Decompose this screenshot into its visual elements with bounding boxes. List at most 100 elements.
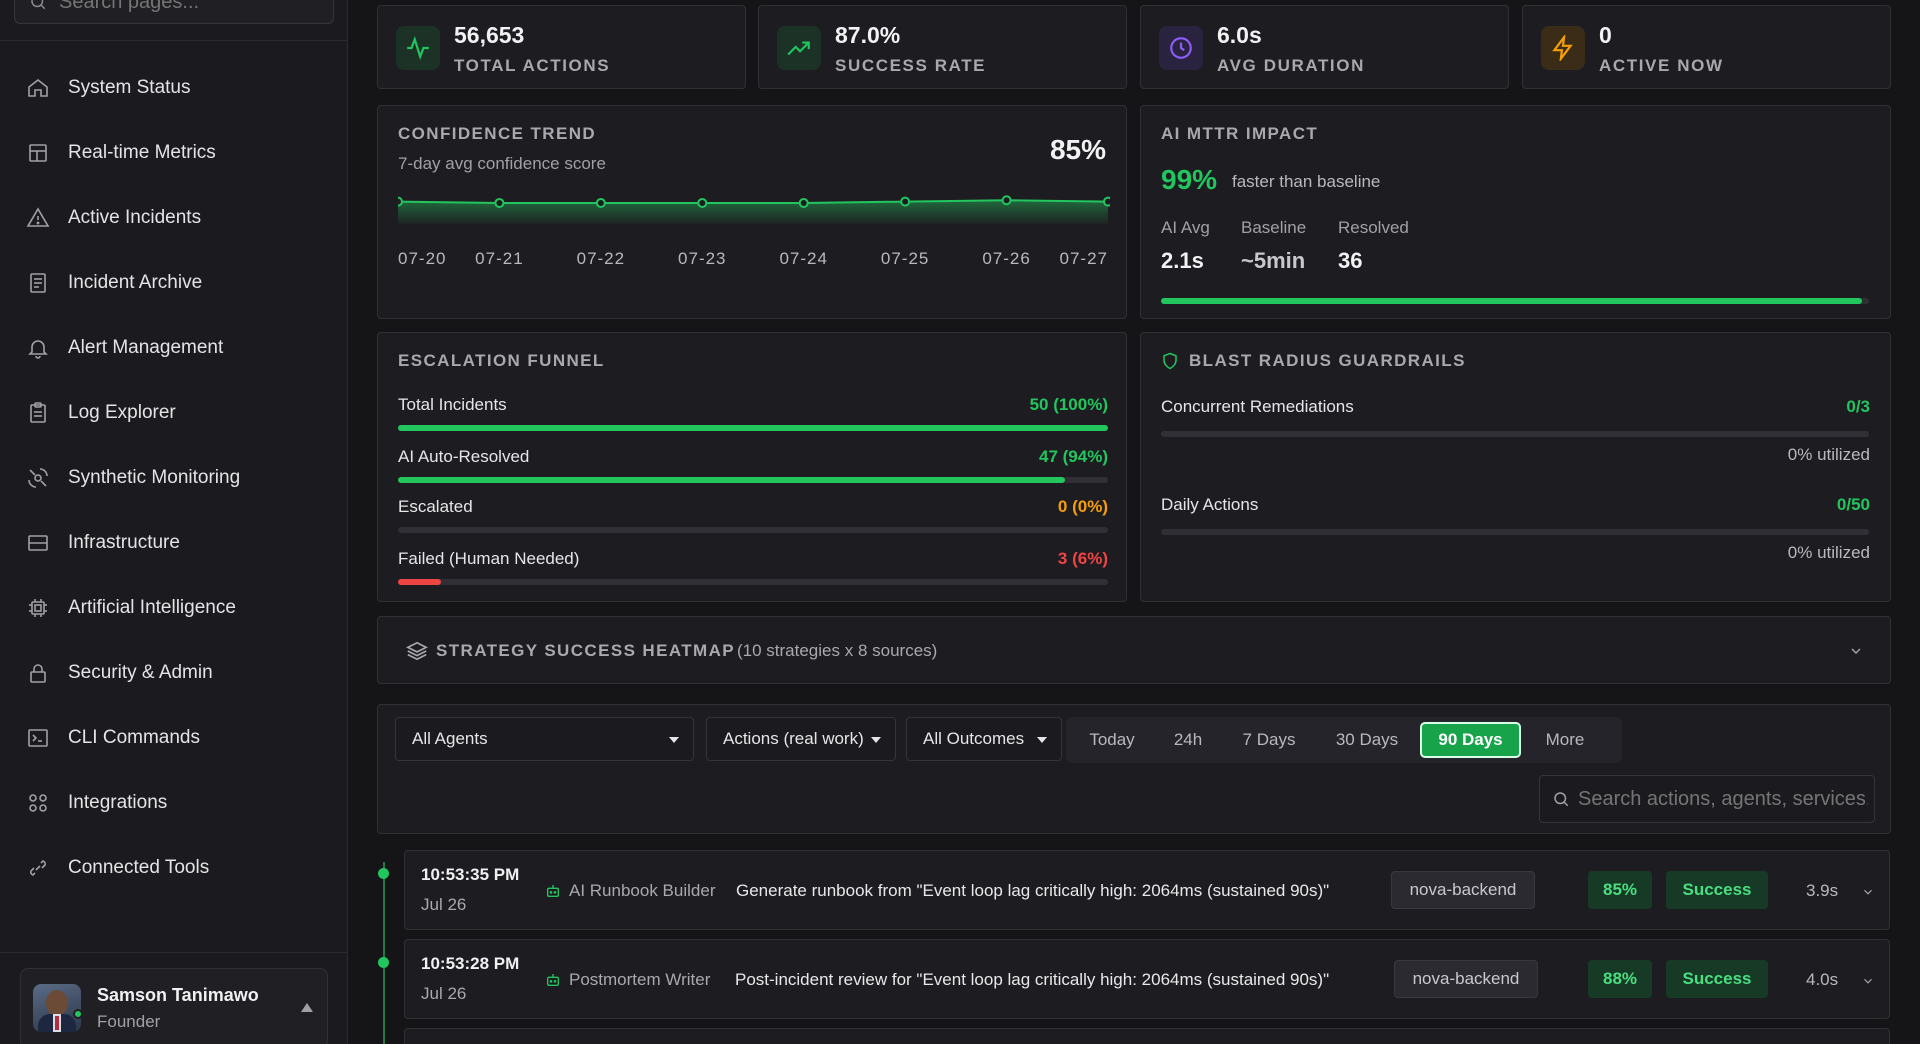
funnel-row-ai-auto-resolved: AI Auto-Resolved 47 (94%) xyxy=(398,447,1108,483)
caret-down-icon xyxy=(669,737,679,743)
sidebar-item-incident-archive[interactable]: Incident Archive xyxy=(0,250,348,315)
stat-value: 6.0s xyxy=(1217,22,1262,48)
funnel-row-failed: Failed (Human Needed) 3 (6%) xyxy=(398,549,1108,585)
chevron-down-icon[interactable] xyxy=(1861,974,1875,988)
terminal-icon xyxy=(28,728,48,747)
sidebar-item-system-status[interactable]: System Status xyxy=(0,55,348,120)
confidence-badge: 85% xyxy=(1588,871,1652,909)
trend-point[interactable] xyxy=(398,196,403,207)
activity-row[interactable] xyxy=(404,1028,1890,1044)
funnel-bar-track xyxy=(398,527,1108,533)
trend-point[interactable] xyxy=(1103,196,1110,207)
activity-search-input[interactable] xyxy=(1578,787,1868,811)
funnel-label: Escalated xyxy=(398,497,473,516)
stat-value: 56,653 xyxy=(454,22,525,48)
x-tick-label: 07-20 xyxy=(398,249,446,268)
funnel-bar-track xyxy=(398,477,1108,483)
sidebar-item-security-admin[interactable]: Security & Admin xyxy=(0,640,348,705)
outcomes-dropdown-value: All Outcomes xyxy=(923,729,1025,748)
sidebar-item-synthetic-monitoring[interactable]: Synthetic Monitoring xyxy=(0,445,348,510)
avatar xyxy=(33,984,81,1032)
search-icon xyxy=(1554,792,1569,807)
range-more-button[interactable]: More xyxy=(1525,722,1605,758)
stat-card-active-now: 0 ACTIVE NOW xyxy=(1522,5,1891,89)
trending-up-icon xyxy=(787,41,810,56)
trend-point[interactable] xyxy=(494,197,505,208)
mttr-progress-fill xyxy=(1161,298,1862,304)
x-tick-label: 07-22 xyxy=(577,249,625,268)
lock-icon xyxy=(30,663,46,683)
strategy-heatmap-header[interactable]: STRATEGY SUCCESS HEATMAP (10 strategies … xyxy=(377,616,1891,684)
activity-time: 10:53:28 PM xyxy=(421,954,520,973)
trend-point[interactable] xyxy=(900,196,911,207)
trend-point[interactable] xyxy=(1001,195,1012,206)
range-today-button[interactable]: Today xyxy=(1072,722,1152,758)
mttr-col-label: Resolved xyxy=(1338,218,1409,237)
sidebar-item-label: Log Explorer xyxy=(68,401,176,423)
sidebar-item-label: Infrastructure xyxy=(68,531,180,553)
x-tick-label: 07-26 xyxy=(982,249,1030,268)
chevron-down-icon[interactable] xyxy=(1861,885,1875,899)
stat-icon-box xyxy=(396,26,440,70)
clipboard-icon xyxy=(30,401,46,423)
timeline-dot xyxy=(378,868,389,879)
sidebar-item-active-incidents[interactable]: Active Incidents xyxy=(0,185,348,250)
guardrail-bar-track xyxy=(1161,529,1869,535)
sidebar-item-artificial-intelligence[interactable]: Artificial Intelligence xyxy=(0,575,348,640)
stat-label: AVG DURATION xyxy=(1217,56,1365,75)
sidebar-item-real-time-metrics[interactable]: Real-time Metrics xyxy=(0,120,348,185)
heatmap-meta: (10 strategies x 8 sources) xyxy=(737,641,938,660)
stat-label: ACTIVE NOW xyxy=(1599,56,1724,75)
layers-icon xyxy=(406,641,428,661)
stat-label: SUCCESS RATE xyxy=(835,56,987,75)
activity-icon xyxy=(407,35,429,61)
activity-row[interactable]: 10:53:28 PM Jul 26 Postmortem Writer Pos… xyxy=(404,939,1890,1019)
funnel-value: 0 (0%) xyxy=(1057,497,1108,516)
sidebar-item-label: Integrations xyxy=(68,791,168,813)
user-menu[interactable]: Samson Tanimawo Founder xyxy=(20,968,328,1044)
activity-duration: 3.9s xyxy=(1806,881,1839,900)
activity-search[interactable] xyxy=(1539,775,1875,823)
range-90-days-button[interactable]: 90 Days xyxy=(1420,722,1521,758)
actions-dropdown[interactable]: Actions (real work) xyxy=(706,717,896,761)
sidebar-item-connected-tools[interactable]: Connected Tools xyxy=(0,835,348,900)
status-badge: Success xyxy=(1666,871,1768,909)
range-7-days-button[interactable]: 7 Days xyxy=(1224,722,1314,758)
trend-point[interactable] xyxy=(595,197,606,208)
guardrail-value: 0/3 xyxy=(1846,397,1870,416)
activity-date: Jul 26 xyxy=(421,984,467,1003)
caret-up-icon xyxy=(301,1003,313,1012)
sidebar-item-alert-management[interactable]: Alert Management xyxy=(0,315,348,380)
trend-point[interactable] xyxy=(697,197,708,208)
funnel-row-escalated: Escalated 0 (0%) xyxy=(398,497,1108,533)
activity-agent-name: AI Runbook Builder xyxy=(569,881,716,900)
mttr-col-label: AI Avg xyxy=(1161,218,1210,237)
sidebar-search[interactable] xyxy=(14,0,334,24)
range-30-days-button[interactable]: 30 Days xyxy=(1318,722,1416,758)
online-status-dot xyxy=(73,1009,83,1019)
layout-icon xyxy=(29,143,47,162)
mttr-col-label: Baseline xyxy=(1241,218,1307,237)
sidebar-item-label: CLI Commands xyxy=(68,726,200,748)
activity-date: Jul 26 xyxy=(421,895,467,914)
x-tick-label: 07-24 xyxy=(779,249,827,268)
sidebar-item-infrastructure[interactable]: Infrastructure xyxy=(0,510,348,575)
funnel-bar-track xyxy=(398,425,1108,431)
stat-label: TOTAL ACTIONS xyxy=(454,56,611,75)
funnel-label: Total Incidents xyxy=(398,395,507,414)
sidebar-search-input[interactable] xyxy=(59,0,319,14)
card-title: ESCALATION FUNNEL xyxy=(398,351,605,370)
range-24h-button[interactable]: 24h xyxy=(1156,722,1220,758)
archive-icon xyxy=(30,272,46,293)
mttr-headline: 99% xyxy=(1161,164,1218,195)
sidebar-item-label: Artificial Intelligence xyxy=(68,596,236,618)
funnel-bar-fill xyxy=(398,425,1108,431)
agents-dropdown[interactable]: All Agents xyxy=(395,717,694,761)
trend-point[interactable] xyxy=(798,197,809,208)
sidebar-item-log-explorer[interactable]: Log Explorer xyxy=(0,380,348,445)
outcomes-dropdown[interactable]: All Outcomes xyxy=(906,717,1062,761)
clock-icon xyxy=(1170,37,1192,59)
sidebar-item-integrations[interactable]: Integrations xyxy=(0,770,348,835)
activity-row[interactable]: 10:53:35 PM Jul 26 AI Runbook Builder Ge… xyxy=(404,850,1890,930)
sidebar-item-cli-commands[interactable]: CLI Commands xyxy=(0,705,348,770)
